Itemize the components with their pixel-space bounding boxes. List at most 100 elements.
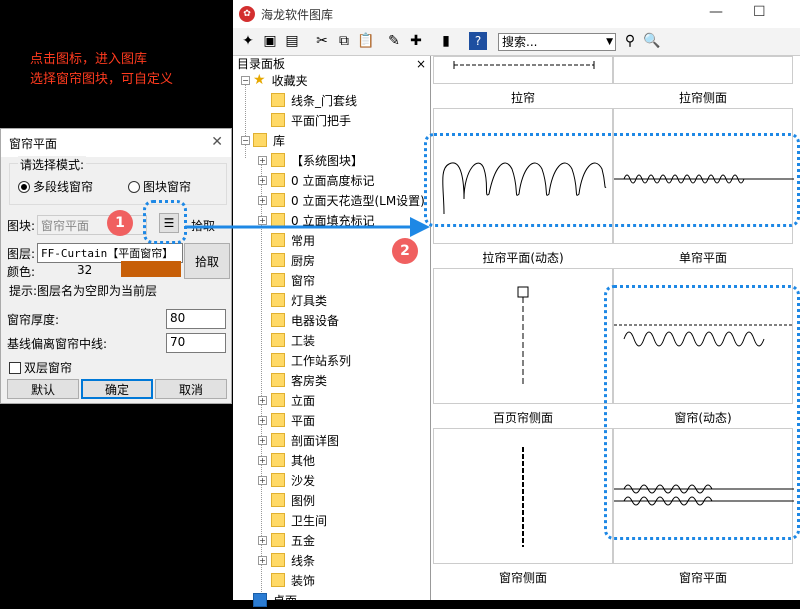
tree-label: 0 立面高度标记 bbox=[291, 173, 375, 188]
search-input[interactable]: 搜索... ▼ bbox=[498, 33, 616, 51]
tree-item-category[interactable]: 装饰 bbox=[271, 571, 315, 589]
radio-polyline-label: 多段线窗帘 bbox=[33, 180, 94, 194]
folder-icon bbox=[271, 353, 285, 367]
image-tool-icon[interactable]: ▣ bbox=[261, 32, 279, 50]
thumb-lalian-side[interactable] bbox=[613, 56, 793, 84]
expand-icon[interactable]: − bbox=[241, 76, 250, 85]
thumb-curtain-side[interactable] bbox=[433, 428, 613, 564]
expand-icon[interactable]: + bbox=[258, 476, 267, 485]
thumb-lalian[interactable] bbox=[433, 56, 613, 84]
star-tool-icon[interactable]: ✦ bbox=[239, 32, 257, 50]
paste-icon[interactable]: 📋 bbox=[357, 32, 375, 50]
tree-item-favorites[interactable]: ★ 收藏夹 bbox=[253, 71, 308, 89]
block-label: 图块: bbox=[7, 219, 36, 233]
add-icon[interactable]: ✚ bbox=[407, 32, 425, 50]
step-badge-2: 2 bbox=[392, 238, 418, 264]
tree-item-category[interactable]: 0 立面高度标记 bbox=[271, 171, 374, 189]
instruction-line-1: 点击图标，进入图库 bbox=[30, 52, 148, 67]
tree-item-category[interactable]: 窗帘 bbox=[271, 271, 315, 289]
folder-icon bbox=[271, 93, 285, 107]
tree-item-category[interactable]: 沙发 bbox=[271, 471, 315, 489]
expand-icon[interactable]: − bbox=[241, 136, 250, 145]
help-icon[interactable]: ? bbox=[469, 32, 487, 50]
color-swatch[interactable] bbox=[121, 261, 181, 277]
minimize-icon[interactable]: — bbox=[709, 4, 723, 20]
block-icon[interactable]: ▮ bbox=[437, 32, 455, 50]
folder-icon bbox=[271, 333, 285, 347]
tree-label: 其他 bbox=[291, 453, 316, 468]
radio-block[interactable]: 图块窗帘 bbox=[128, 178, 191, 195]
ok-button[interactable]: 确定 bbox=[81, 379, 153, 399]
magnify-icon[interactable]: 🔍 bbox=[643, 32, 661, 50]
dialog-title: 窗帘平面 bbox=[9, 136, 58, 151]
tree-item-category[interactable]: 剖面详图 bbox=[271, 431, 339, 449]
cut-icon[interactable]: ✂ bbox=[313, 32, 331, 50]
copy-icon[interactable]: ⧉ bbox=[335, 32, 353, 50]
offset-input[interactable]: 70 bbox=[166, 333, 226, 353]
radio-block-label: 图块窗帘 bbox=[143, 180, 192, 194]
tree-item-category[interactable]: 电器设备 bbox=[271, 311, 339, 329]
pick-layer-button[interactable]: 拾取 bbox=[184, 243, 230, 279]
curtain-dialog: 窗帘平面 ✕ 请选择模式: 多段线窗帘 图块窗帘 图块: 窗帘平面 ☰ 拾取 图… bbox=[0, 128, 232, 404]
close-icon[interactable]: × bbox=[416, 56, 426, 72]
step-badge-1: 1 bbox=[107, 210, 133, 236]
folder-icon bbox=[271, 433, 285, 447]
tree-item-category[interactable]: 【系统图块】 bbox=[271, 151, 363, 169]
expand-icon[interactable]: + bbox=[258, 156, 267, 165]
caption: 拉帘 bbox=[510, 91, 535, 105]
layer-field[interactable]: FF-Curtain【平面窗帘】 bbox=[37, 243, 183, 263]
tree-line bbox=[245, 78, 246, 158]
tree-item-category[interactable]: 工作站系列 bbox=[271, 351, 351, 369]
tree-label: 图例 bbox=[291, 493, 316, 508]
close-icon[interactable]: ✕ bbox=[211, 134, 223, 150]
search-action-icon[interactable]: ⚲ bbox=[621, 32, 639, 50]
tree-item-category[interactable]: 卫生间 bbox=[271, 511, 327, 529]
tree-item-desktop[interactable]: 桌面 bbox=[253, 591, 297, 609]
expand-icon[interactable]: + bbox=[258, 536, 267, 545]
tree-item-category[interactable]: 立面 bbox=[271, 391, 315, 409]
tree-item-category[interactable]: 其他 bbox=[271, 451, 315, 469]
instruction-text: 点击图标，进入图库 选择窗帘图块，可自定义 bbox=[30, 50, 173, 90]
folder-icon bbox=[271, 393, 285, 407]
tree-item-category[interactable]: 客房类 bbox=[271, 371, 327, 389]
list-tool-icon[interactable]: ▤ bbox=[283, 32, 301, 50]
folder-icon bbox=[271, 373, 285, 387]
expand-icon[interactable]: + bbox=[258, 176, 267, 185]
tree-item-category[interactable]: 平面 bbox=[271, 411, 315, 429]
maximize-icon[interactable]: ☐ bbox=[753, 4, 766, 20]
tree-item-category[interactable]: 工装 bbox=[271, 331, 315, 349]
tree-label: 灯具类 bbox=[291, 293, 328, 308]
tree-item-category[interactable]: 厨房 bbox=[271, 251, 315, 269]
catalog-panel: 目录面板 × − ★ 收藏夹 线条_门套线 平面门把手 − 库 + 【系统图块】 +0 立… bbox=[233, 56, 431, 608]
expand-icon[interactable]: + bbox=[258, 456, 267, 465]
expand-icon[interactable]: + bbox=[258, 556, 267, 565]
tree-item-favorite[interactable]: 平面门把手 bbox=[271, 111, 351, 129]
expand-icon[interactable]: + bbox=[258, 436, 267, 445]
expand-icon[interactable]: + bbox=[258, 196, 267, 205]
tree-label: 五金 bbox=[291, 533, 316, 548]
thickness-input[interactable]: 80 bbox=[166, 309, 226, 329]
search-placeholder: 搜索... bbox=[502, 35, 538, 49]
tree-item-category[interactable]: 五金 bbox=[271, 531, 315, 549]
double-layer-checkbox[interactable]: 双层窗帘 bbox=[9, 359, 72, 376]
tree-item-category[interactable]: 0 立面天花造型(LM设置) bbox=[271, 191, 425, 209]
chevron-down-icon[interactable]: ▼ bbox=[606, 34, 613, 50]
radio-polyline[interactable]: 多段线窗帘 bbox=[18, 178, 93, 195]
tree-item-category[interactable]: 灯具类 bbox=[271, 291, 327, 309]
tree-item-category[interactable]: 线条 bbox=[271, 551, 315, 569]
thumb-blind-side[interactable] bbox=[433, 268, 613, 404]
tree-label: 工作站系列 bbox=[291, 353, 352, 368]
mode-group: 请选择模式: 多段线窗帘 图块窗帘 bbox=[9, 156, 227, 205]
cancel-button[interactable]: 取消 bbox=[155, 379, 227, 399]
default-button[interactable]: 默认 bbox=[7, 379, 79, 399]
tree-item-library[interactable]: 库 bbox=[253, 131, 285, 149]
tree-label: 平面门把手 bbox=[291, 113, 352, 128]
caption: 百页帘侧面 bbox=[492, 411, 553, 425]
tree-item-category[interactable]: 图例 bbox=[271, 491, 315, 509]
tree-item-favorite[interactable]: 线条_门套线 bbox=[271, 91, 357, 109]
expand-icon[interactable]: + bbox=[258, 396, 267, 405]
hint-text: 提示:图层名为空即为当前层 bbox=[9, 284, 158, 298]
expand-icon[interactable]: + bbox=[258, 416, 267, 425]
highlight-curtain-row bbox=[424, 133, 800, 227]
edit-icon[interactable]: ✎ bbox=[385, 32, 403, 50]
